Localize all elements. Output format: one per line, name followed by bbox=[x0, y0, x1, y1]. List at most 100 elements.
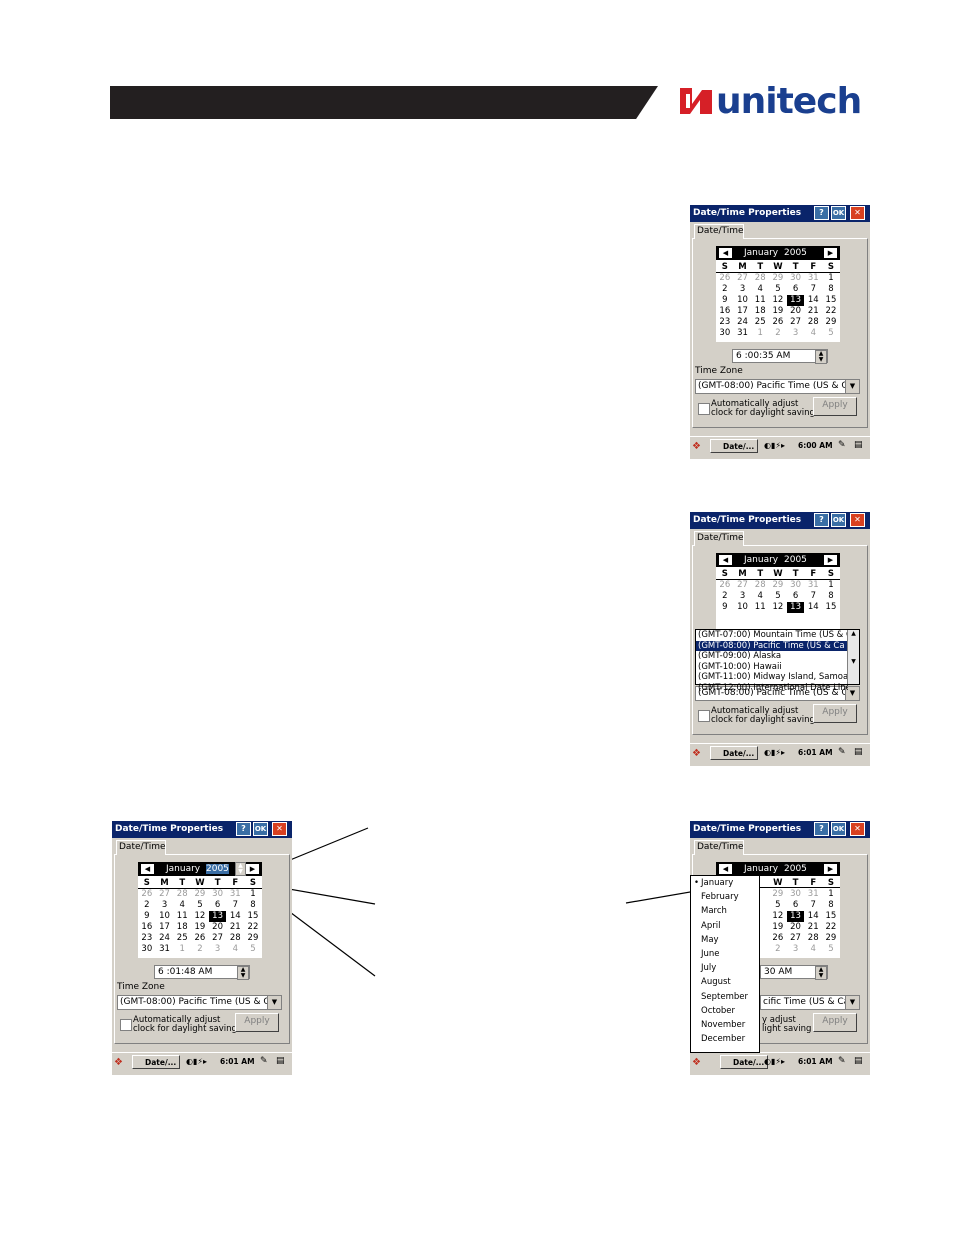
month-option[interactable]: September bbox=[691, 990, 759, 1004]
day[interactable]: 10 bbox=[734, 295, 752, 306]
calendar-year[interactable]: 2005 bbox=[784, 864, 807, 874]
day[interactable]: 17 bbox=[734, 306, 752, 317]
day[interactable]: 17 bbox=[156, 922, 174, 933]
help-button[interactable]: ? bbox=[814, 513, 829, 527]
apply-button[interactable]: Apply bbox=[813, 704, 857, 723]
day[interactable]: 3 bbox=[209, 944, 227, 955]
day[interactable]: 1 bbox=[751, 328, 769, 339]
day[interactable]: 9 bbox=[138, 911, 156, 922]
day[interactable]: 26 bbox=[769, 933, 787, 944]
next-month-icon[interactable]: ▶ bbox=[824, 248, 837, 258]
day[interactable]: 1 bbox=[244, 889, 262, 900]
day[interactable]: 12 bbox=[191, 911, 209, 922]
prev-month-icon[interactable]: ◀ bbox=[141, 864, 154, 874]
day[interactable]: 31 bbox=[804, 889, 822, 900]
calendar-month[interactable]: January bbox=[744, 248, 778, 258]
day[interactable]: 5 bbox=[244, 944, 262, 955]
day[interactable]: 23 bbox=[138, 933, 156, 944]
tab-datetime[interactable]: Date/Time bbox=[694, 840, 744, 855]
day[interactable]: 28 bbox=[751, 273, 769, 284]
tray-clock[interactable]: 6:00 AM bbox=[798, 441, 833, 450]
time-spinner-icon[interactable]: ▲ ▼ bbox=[237, 966, 249, 980]
day[interactable]: 26 bbox=[716, 580, 734, 591]
timezone-option[interactable]: (GMT-12:00) International Date Line bbox=[696, 683, 848, 694]
ok-button[interactable]: OK bbox=[831, 822, 846, 836]
day-today[interactable]: 13 bbox=[208, 911, 227, 922]
month-option[interactable]: February bbox=[691, 890, 759, 904]
day[interactable]: 28 bbox=[173, 889, 191, 900]
day[interactable]: 31 bbox=[804, 273, 822, 284]
taskbar-button[interactable]: Date/... bbox=[710, 439, 758, 453]
prev-month-icon[interactable]: ◀ bbox=[719, 555, 732, 565]
day[interactable]: 11 bbox=[173, 911, 191, 922]
tray-icons[interactable]: ◐▮⚡▸ bbox=[764, 748, 785, 757]
calendar-year[interactable]: 2005 bbox=[784, 555, 807, 565]
prev-month-icon[interactable]: ◀ bbox=[719, 864, 732, 874]
day[interactable]: 4 bbox=[804, 944, 822, 955]
day[interactable]: 29 bbox=[769, 889, 787, 900]
timezone-option[interactable]: (GMT-07:00) Mountain Time (US & C bbox=[696, 630, 848, 641]
day[interactable]: 20 bbox=[787, 306, 805, 317]
day[interactable]: 3 bbox=[734, 591, 752, 602]
close-button[interactable]: ✕ bbox=[850, 206, 865, 220]
start-icon[interactable]: ❖ bbox=[692, 440, 706, 454]
time-field[interactable]: 6 :00:35 AM ▲ ▼ bbox=[732, 349, 828, 364]
desktop-icon[interactable]: ▤ bbox=[854, 440, 863, 450]
day[interactable]: 2 bbox=[716, 591, 734, 602]
month-option[interactable]: August bbox=[691, 975, 759, 989]
day[interactable]: 20 bbox=[787, 922, 805, 933]
chevron-down-icon[interactable]: ▼ bbox=[845, 380, 859, 393]
day[interactable]: 4 bbox=[173, 900, 191, 911]
day[interactable]: 29 bbox=[822, 933, 840, 944]
day[interactable]: 2 bbox=[138, 900, 156, 911]
timezone-option[interactable]: (GMT-10:00) Hawaii bbox=[696, 662, 848, 673]
day[interactable]: 27 bbox=[734, 273, 752, 284]
day[interactable]: 30 bbox=[138, 944, 156, 955]
day-today[interactable]: 13 bbox=[786, 295, 805, 306]
next-month-icon[interactable]: ▶ bbox=[246, 864, 259, 874]
day[interactable]: 5 bbox=[769, 591, 787, 602]
day[interactable]: 24 bbox=[156, 933, 174, 944]
day[interactable]: 29 bbox=[769, 580, 787, 591]
day[interactable]: 16 bbox=[138, 922, 156, 933]
close-button[interactable]: ✕ bbox=[850, 513, 865, 527]
input-panel-icon[interactable]: ✎ bbox=[838, 1056, 846, 1066]
day[interactable]: 26 bbox=[191, 933, 209, 944]
tab-datetime[interactable]: Date/Time bbox=[116, 840, 166, 855]
day[interactable]: 1 bbox=[822, 580, 840, 591]
calendar-year[interactable]: 2005 bbox=[784, 248, 807, 258]
taskbar-button[interactable]: Date/... bbox=[710, 746, 758, 760]
day[interactable]: 31 bbox=[804, 580, 822, 591]
day[interactable]: 31 bbox=[226, 889, 244, 900]
month-option[interactable]: October bbox=[691, 1004, 759, 1018]
day[interactable]: 12 bbox=[769, 911, 787, 922]
help-button[interactable]: ? bbox=[814, 822, 829, 836]
apply-button[interactable]: Apply bbox=[813, 1013, 857, 1032]
next-month-icon[interactable]: ▶ bbox=[824, 555, 837, 565]
daylight-checkbox[interactable] bbox=[120, 1019, 132, 1031]
day[interactable]: 30 bbox=[209, 889, 227, 900]
day[interactable]: 19 bbox=[769, 306, 787, 317]
day[interactable]: 6 bbox=[787, 284, 805, 295]
day[interactable]: 7 bbox=[804, 591, 822, 602]
day[interactable]: 26 bbox=[769, 317, 787, 328]
tray-icons[interactable]: ◐▮⚡▸ bbox=[186, 1057, 207, 1066]
day[interactable]: 29 bbox=[244, 933, 262, 944]
day[interactable]: 28 bbox=[804, 933, 822, 944]
month-option[interactable]: May bbox=[691, 933, 759, 947]
day[interactable]: 14 bbox=[804, 295, 822, 306]
tray-clock[interactable]: 6:01 AM bbox=[220, 1057, 255, 1066]
day[interactable]: 3 bbox=[156, 900, 174, 911]
month-option[interactable]: November bbox=[691, 1018, 759, 1032]
day[interactable]: 14 bbox=[804, 911, 822, 922]
day[interactable]: 24 bbox=[734, 317, 752, 328]
day[interactable]: 14 bbox=[804, 602, 822, 613]
day[interactable]: 15 bbox=[822, 911, 840, 922]
day[interactable]: 29 bbox=[769, 273, 787, 284]
day[interactable]: 22 bbox=[822, 306, 840, 317]
timezone-option-selected[interactable]: (GMT-08:00) Pacific Time (US & Ca bbox=[696, 640, 848, 651]
day[interactable]: 7 bbox=[804, 284, 822, 295]
day[interactable]: 31 bbox=[734, 328, 752, 339]
day[interactable]: 30 bbox=[787, 889, 805, 900]
input-panel-icon[interactable]: ✎ bbox=[260, 1056, 268, 1066]
